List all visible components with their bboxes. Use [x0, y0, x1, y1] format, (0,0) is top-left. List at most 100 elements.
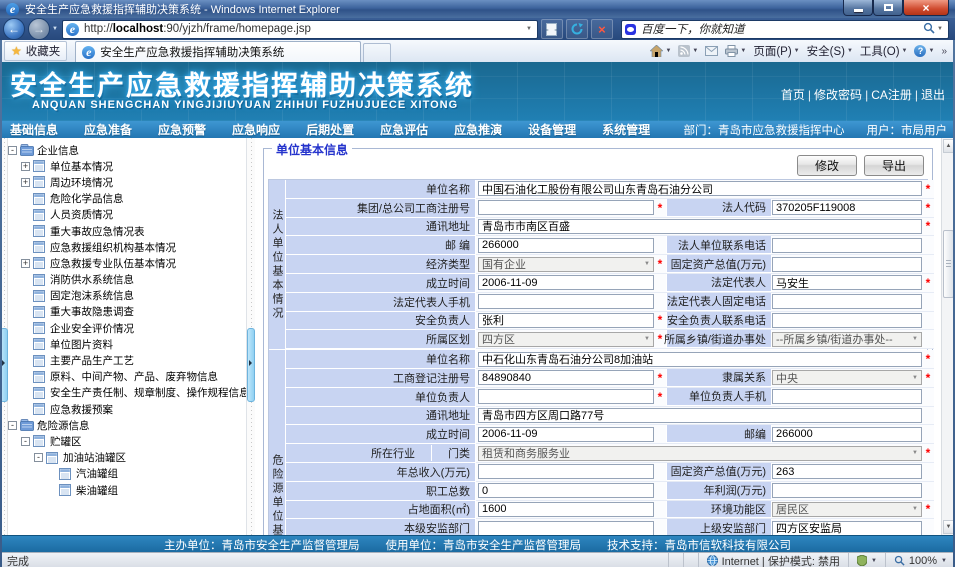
nav-item[interactable]: 设备管理 — [528, 121, 576, 138]
form-select[interactable]: 中央▼ — [772, 370, 922, 385]
nav-item[interactable]: 基础信息 — [10, 121, 58, 138]
form-input[interactable] — [478, 181, 922, 196]
close-button[interactable]: × — [903, 0, 949, 16]
address-dropdown-icon[interactable]: ▼ — [524, 26, 534, 32]
form-input[interactable] — [772, 294, 922, 309]
back-button[interactable]: ← — [3, 18, 25, 40]
nav-item[interactable]: 应急预警 — [158, 121, 206, 138]
form-select[interactable]: 国有企业▼ — [478, 257, 654, 272]
header-link[interactable]: 首页 — [781, 86, 805, 103]
compatibility-view-button[interactable] — [541, 19, 563, 39]
form-input[interactable] — [772, 464, 922, 479]
tree-item[interactable]: 原料、中间产物、产品、废弃物信息 — [8, 369, 246, 385]
form-input[interactable] — [478, 521, 654, 535]
forward-button[interactable]: → — [28, 18, 50, 40]
toolbar-overflow-button[interactable]: » — [941, 46, 947, 57]
form-input[interactable] — [772, 521, 922, 535]
form-select[interactable]: 四方区▼ — [478, 332, 654, 347]
nav-item[interactable]: 系统管理 — [602, 121, 650, 138]
nav-item[interactable]: 应急评估 — [380, 121, 428, 138]
history-dropdown-icon[interactable]: ▼ — [52, 26, 58, 32]
collapse-icon[interactable]: - — [8, 146, 17, 155]
print-button[interactable]: ▼ — [725, 45, 746, 57]
tree-item[interactable]: -危险源信息 — [8, 417, 246, 433]
header-link[interactable]: 修改密码 — [814, 86, 862, 103]
tree-item[interactable]: 固定泡沫系统信息 — [8, 288, 246, 304]
address-bar[interactable]: e http://localhost:90/yjzh/frame/homepag… — [62, 20, 538, 39]
maximize-button[interactable] — [873, 0, 903, 16]
zoom-control[interactable]: 100% ▼ — [885, 553, 955, 567]
header-link[interactable]: 退出 — [921, 86, 945, 103]
form-input[interactable] — [772, 483, 922, 498]
form-input[interactable] — [478, 389, 654, 404]
help-menu[interactable]: ?▼ — [914, 45, 934, 57]
minimize-button[interactable] — [843, 0, 873, 16]
home-button[interactable]: ▼ — [650, 45, 671, 57]
tools-menu[interactable]: 工具(O)▼ — [860, 43, 908, 59]
safety-menu[interactable]: 安全(S)▼ — [807, 43, 853, 59]
collapse-icon[interactable]: - — [21, 437, 30, 446]
sidebar-splitter[interactable] — [246, 138, 255, 535]
form-input[interactable] — [772, 389, 922, 404]
tree-item[interactable]: 重大事故应急情况表 — [8, 223, 246, 239]
browser-tab[interactable]: e 安全生产应急救援指挥辅助决策系统 — [75, 41, 361, 62]
mail-button[interactable] — [705, 46, 718, 56]
form-input[interactable] — [478, 464, 654, 479]
form-input[interactable] — [478, 408, 922, 423]
tree-item[interactable]: -贮罐区 — [8, 433, 246, 449]
tree-item[interactable]: 危险化学品信息 — [8, 191, 246, 207]
form-input[interactable] — [478, 352, 922, 367]
tree-item[interactable]: -加油站油罐区 — [8, 450, 246, 466]
tree-item[interactable]: 应急救援预案 — [8, 401, 246, 417]
search-dropdown-icon[interactable]: ▼ — [935, 26, 945, 32]
favorites-button[interactable]: ★ 收藏夹 — [4, 41, 67, 61]
tree-item[interactable]: 人员资质情况 — [8, 207, 246, 223]
form-input[interactable] — [478, 483, 654, 498]
collapse-icon[interactable]: - — [8, 421, 17, 430]
form-input[interactable] — [478, 427, 654, 442]
form-input[interactable] — [478, 294, 654, 309]
page-menu[interactable]: 页面(P)▼ — [753, 43, 799, 59]
protected-mode-button[interactable]: ▼ — [848, 553, 885, 567]
nav-item[interactable]: 应急推演 — [454, 121, 502, 138]
expand-icon[interactable]: + — [21, 178, 30, 187]
form-input[interactable] — [478, 275, 654, 290]
feeds-button[interactable]: ▼ — [678, 45, 698, 57]
nav-item[interactable]: 应急响应 — [232, 121, 280, 138]
search-box[interactable]: 百度一下，你就知道 ▼ — [621, 20, 949, 39]
export-button[interactable]: 导出 — [864, 155, 924, 176]
nav-item[interactable]: 后期处置 — [306, 121, 354, 138]
tree-item[interactable]: 汽油罐组 — [8, 466, 246, 482]
tree-item[interactable]: -企业信息 — [8, 142, 246, 158]
tree-item[interactable]: 重大事故隐患调查 — [8, 304, 246, 320]
stop-button[interactable]: × — [591, 19, 613, 39]
collapse-icon[interactable]: - — [34, 453, 43, 462]
form-select[interactable]: --所属乡镇/街道办事处--▼ — [772, 332, 922, 347]
nav-item[interactable]: 应急准备 — [84, 121, 132, 138]
form-select[interactable]: 居民区▼ — [772, 502, 922, 517]
form-input[interactable] — [478, 219, 922, 234]
tree-item[interactable]: 单位图片资料 — [8, 336, 246, 352]
form-input[interactable] — [772, 238, 922, 253]
search-icon[interactable] — [923, 22, 935, 37]
form-input[interactable] — [772, 257, 922, 272]
tree-item[interactable]: +周边环境情况 — [8, 174, 246, 190]
header-link[interactable]: CA注册 — [871, 86, 912, 103]
expand-icon[interactable]: + — [21, 162, 30, 171]
form-input[interactable] — [478, 238, 654, 253]
tree-item[interactable]: +应急救援专业队伍基本情况 — [8, 255, 246, 271]
form-input[interactable] — [772, 200, 922, 215]
form-select[interactable]: 租赁和商务服务业▼ — [478, 446, 922, 461]
form-input[interactable] — [772, 427, 922, 442]
form-input[interactable] — [478, 502, 654, 517]
refresh-button[interactable] — [566, 19, 588, 39]
form-input[interactable] — [478, 200, 654, 215]
tree-item[interactable]: 安全生产责任制、规章制度、操作规程信息 — [8, 385, 246, 401]
form-input[interactable] — [772, 313, 922, 328]
tree-item[interactable]: 柴油罐组 — [8, 482, 246, 498]
form-input[interactable] — [478, 313, 654, 328]
tree-item[interactable]: 主要产品生产工艺 — [8, 352, 246, 368]
splitter-collapse-handle[interactable] — [247, 328, 255, 402]
tree-item[interactable]: 消防供水系统信息 — [8, 272, 246, 288]
form-input[interactable] — [478, 370, 654, 385]
